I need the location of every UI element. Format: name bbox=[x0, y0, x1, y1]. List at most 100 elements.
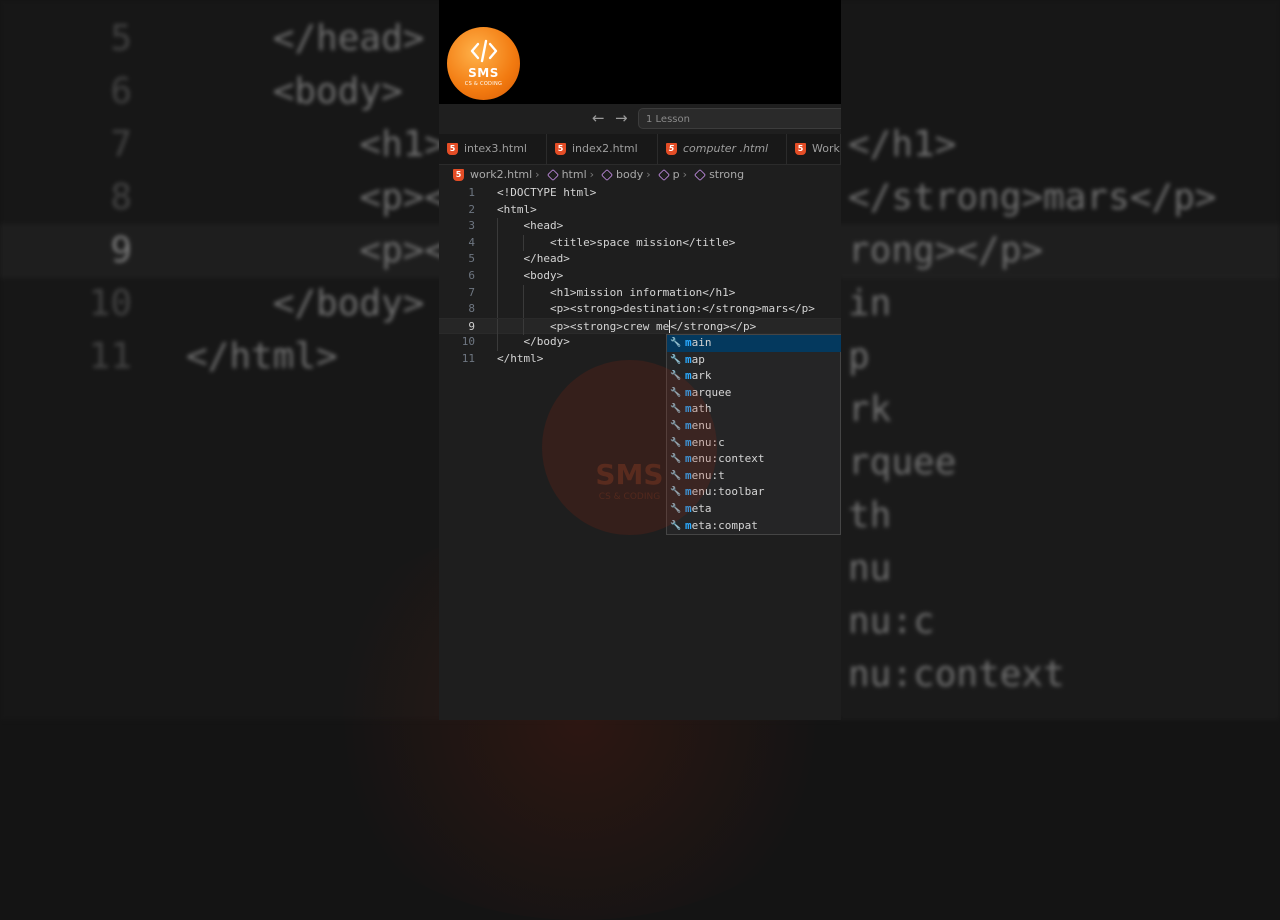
code-line: 1 <!DOCTYPE html> bbox=[439, 185, 841, 202]
forward-arrow-icon[interactable]: → bbox=[615, 109, 628, 127]
suggestion-label: main bbox=[685, 336, 712, 349]
element-symbol-icon bbox=[546, 168, 559, 182]
wrench-icon: 🔧 bbox=[670, 338, 682, 348]
line-code: <body> bbox=[497, 269, 564, 282]
suggestion-label: map bbox=[685, 352, 705, 366]
code-line: 8 <p><strong>destination:</strong>mars</… bbox=[439, 301, 841, 318]
html-file-icon: 5 bbox=[447, 143, 458, 155]
editor-frame: SMS CS & CODING ← → 1 Lesson 5 intex3.htm… bbox=[439, 0, 841, 720]
code-line: 3 <head> bbox=[439, 218, 841, 235]
suggestion-item[interactable]: 🔧 main bbox=[667, 335, 841, 352]
line-number: 11 bbox=[461, 352, 475, 365]
line-number: 8 bbox=[468, 302, 475, 316]
breadcrumb-file[interactable]: work2.html bbox=[470, 166, 532, 184]
breadcrumb: 5 work2.html › html › body › p › strong bbox=[439, 166, 841, 184]
bg-line-code: <p>< bbox=[186, 230, 447, 271]
code-line: 5 </head> bbox=[439, 251, 841, 268]
tab-label: index2.html bbox=[572, 142, 638, 155]
tab-label: intex3.html bbox=[464, 142, 527, 155]
title-bar: ← → 1 Lesson bbox=[439, 104, 841, 134]
suggestion-label: mark bbox=[685, 369, 712, 383]
code-line: 4 <title>space mission</title> bbox=[439, 234, 841, 252]
element-symbol-icon bbox=[657, 168, 670, 182]
indent-guide bbox=[523, 301, 525, 318]
line-code: </body> bbox=[497, 335, 570, 349]
line-code: <!DOCTYPE html> bbox=[497, 186, 597, 199]
line-code: <p><strong>destination:</strong>mars</p> bbox=[497, 302, 815, 316]
tab-intex3-html[interactable]: 5 intex3.html bbox=[439, 134, 547, 164]
logo-tagline: CS & CODING bbox=[464, 81, 503, 87]
html-file-icon: 5 bbox=[453, 169, 464, 181]
html-file-icon: 5 bbox=[795, 143, 806, 155]
back-arrow-icon[interactable]: ← bbox=[592, 109, 605, 127]
chevron-right-icon: › bbox=[535, 168, 540, 181]
bg-right-text: th bbox=[848, 495, 892, 536]
line-number: 3 bbox=[468, 219, 475, 233]
indent-guide bbox=[497, 301, 498, 318]
code-line: 7 <h1>mission information</h1> bbox=[439, 284, 841, 302]
html-file-icon: 5 bbox=[555, 143, 566, 155]
line-code: <h1>mission information</h1> bbox=[497, 285, 736, 299]
html-file-icon: 5 bbox=[666, 143, 677, 155]
line-number: 5 bbox=[468, 252, 475, 266]
indent-guide bbox=[497, 234, 498, 252]
editor-tabs: 5 intex3.html 5 index2.html 5 computer .html 5… bbox=[439, 134, 841, 165]
indent-guide bbox=[497, 334, 498, 351]
chevron-right-icon: › bbox=[589, 168, 595, 181]
bg-line-code: <body> bbox=[186, 71, 403, 112]
bg-right-text: p bbox=[848, 336, 870, 377]
suggestion-item[interactable]: 🔧 mark bbox=[667, 368, 841, 385]
breadcrumb-strong[interactable]: strong bbox=[709, 166, 744, 184]
command-center-search[interactable]: 1 Lesson bbox=[638, 108, 841, 129]
bg-right-text: nu:context bbox=[848, 654, 1065, 695]
text-cursor bbox=[669, 320, 671, 334]
line-number: 7 bbox=[468, 285, 475, 299]
line-code: <title>space mission</title> bbox=[497, 235, 736, 249]
suggestion-match: m bbox=[685, 518, 692, 532]
suggestion-item[interactable]: 🔧 meta:compat bbox=[667, 518, 841, 535]
bg-right-text: nu bbox=[848, 548, 892, 589]
line-code: </html> bbox=[497, 352, 544, 365]
line-number: 2 bbox=[468, 202, 475, 216]
bg-right-text: </h1> bbox=[848, 124, 957, 165]
indent-guide bbox=[497, 268, 498, 285]
breadcrumb-html[interactable]: html bbox=[562, 166, 587, 184]
tab-computer-html[interactable]: 5 computer .html bbox=[658, 134, 787, 164]
watermark-tagline: CS & CODING bbox=[598, 492, 661, 502]
indent-guide bbox=[497, 318, 498, 336]
suggestion-match: m bbox=[685, 352, 692, 366]
line-code: <html> bbox=[497, 202, 537, 216]
bg-line-number: 8 bbox=[110, 177, 132, 218]
element-symbol-icon bbox=[601, 168, 614, 182]
line-number: 6 bbox=[468, 269, 475, 282]
indent-guide bbox=[497, 284, 498, 302]
watermark-name: SMS bbox=[595, 458, 664, 491]
suggestion-label: meta:compat bbox=[685, 518, 758, 532]
line-number: 4 bbox=[468, 235, 475, 249]
bg-line-code: </body> bbox=[186, 283, 425, 324]
indent-guide bbox=[523, 234, 525, 252]
suggestion-match: m bbox=[685, 336, 692, 349]
sms-logo: SMS CS & CODING bbox=[447, 27, 520, 100]
element-symbol-icon bbox=[694, 168, 707, 182]
bg-right-text: </strong>mars</p> bbox=[848, 177, 1217, 218]
breadcrumb-p[interactable]: p bbox=[673, 166, 680, 184]
suggestion-item[interactable]: 🔧 map bbox=[667, 352, 841, 369]
tab-index2-html[interactable]: 5 index2.html bbox=[547, 134, 658, 164]
code-line: 6 <body> bbox=[439, 268, 841, 285]
line-number: 1 bbox=[468, 186, 475, 199]
breadcrumb-body[interactable]: body bbox=[616, 166, 643, 184]
bg-line-number: 6 bbox=[110, 71, 132, 112]
chevron-right-icon: › bbox=[646, 168, 651, 181]
bg-line-code: <h1> bbox=[186, 124, 447, 165]
tab-label: computer .html bbox=[683, 142, 769, 155]
bg-line-number: 5 bbox=[110, 18, 132, 59]
tab-work[interactable]: 5 Work bbox=[787, 134, 841, 164]
line-number: 10 bbox=[461, 335, 475, 349]
line-code: <p><strong>crew me</strong></p> bbox=[497, 319, 757, 334]
line-code: </head> bbox=[497, 252, 570, 266]
tab-label: Work bbox=[812, 142, 840, 155]
bg-right-text: rong></p> bbox=[848, 230, 1044, 271]
bg-line-number: 10 bbox=[88, 283, 132, 324]
indent-guide bbox=[497, 218, 498, 235]
